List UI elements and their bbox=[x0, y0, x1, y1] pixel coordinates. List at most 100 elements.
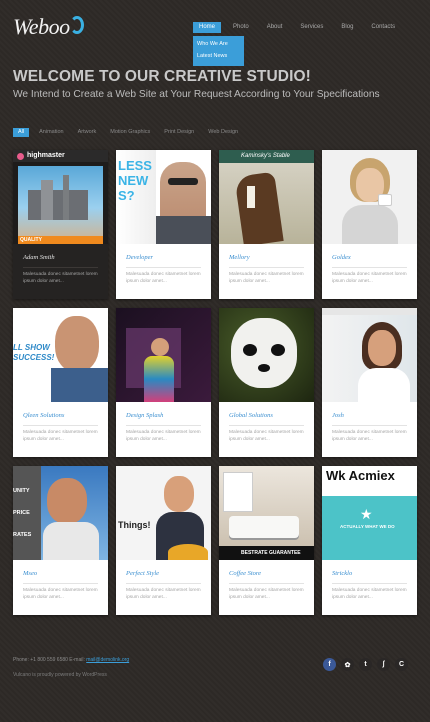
filter-print-design[interactable]: Print Design bbox=[160, 128, 198, 137]
submenu-item-who-we-are[interactable]: Who We Are bbox=[193, 38, 244, 50]
portfolio-item-title[interactable]: Goldex bbox=[332, 254, 351, 261]
divider bbox=[229, 583, 304, 584]
portfolio-item-desc: Malesuada donec sitametnet lorem ipsum d… bbox=[332, 588, 407, 600]
divider bbox=[126, 267, 201, 268]
thumb-badge-text: BESTRATE GUARANTEE bbox=[241, 550, 301, 556]
gravatar-icon[interactable]: C bbox=[395, 658, 408, 671]
portfolio-item-title[interactable]: Design Splash bbox=[126, 412, 163, 419]
portfolio-item-desc: Malesuada donec sitametnet lorem ipsum d… bbox=[332, 272, 407, 284]
portfolio-item-desc: Malesuada donec sitametnet lorem ipsum d… bbox=[23, 272, 98, 284]
logo-swirl-icon bbox=[70, 16, 84, 34]
portfolio-item[interactable]: Global Solutions Malesuada donec sitamet… bbox=[219, 308, 314, 457]
nav-submenu: Who We Are Latest News bbox=[193, 36, 244, 66]
portfolio-thumbnail: Wk Acmiex ★ ACTUALLY WHAT WE DO bbox=[322, 466, 417, 560]
filter-animation[interactable]: Animation bbox=[35, 128, 67, 137]
divider bbox=[229, 425, 304, 426]
portfolio-item-desc: Malesuada donec sitametnet lorem ipsum d… bbox=[229, 430, 304, 442]
thumb-badge-text: QUALITY bbox=[20, 237, 42, 243]
divider bbox=[23, 425, 98, 426]
divider bbox=[23, 267, 98, 268]
portfolio-item-title[interactable]: Mellory bbox=[229, 254, 250, 261]
footer-contact: Phone: +1 800 559 6580 E-mail: mail@demo… bbox=[13, 657, 129, 663]
portfolio-item[interactable]: LESS NEW S? Developer Malesuada donec si… bbox=[116, 150, 211, 299]
social-links: f ✿ t ʃ C bbox=[323, 658, 413, 671]
portfolio-item[interactable]: BESTRATE GUARANTEE Coffee Store Malesuad… bbox=[219, 466, 314, 615]
star-icon: ★ bbox=[360, 506, 373, 522]
portfolio-item-title[interactable]: Perfect Style bbox=[126, 570, 159, 577]
thumb-headline-text: UNITY PRICE RATES bbox=[13, 488, 32, 538]
portfolio-item-title[interactable]: Adam Smith bbox=[23, 254, 55, 261]
portfolio-item[interactable]: LL SHOW SUCCESS! Qleen Solutions Malesua… bbox=[13, 308, 108, 457]
portfolio-item-desc: Malesuada donec sitametnet lorem ipsum d… bbox=[126, 272, 201, 284]
portfolio-item[interactable]: highmaster QUALITY Adam Smith Malesuada … bbox=[13, 150, 108, 299]
site-logo[interactable]: Weboo bbox=[13, 14, 84, 40]
portfolio-grid: highmaster QUALITY Adam Smith Malesuada … bbox=[13, 150, 419, 615]
portfolio-item-desc: Malesuada donec sitametnet lorem ipsum d… bbox=[229, 272, 304, 284]
footer-powered-by: Vulcano is proudly powered by WordPress bbox=[13, 672, 107, 678]
portfolio-item[interactable]: Things! Perfect Style Malesuada donec si… bbox=[116, 466, 211, 615]
portfolio-thumbnail: Things! bbox=[116, 466, 211, 560]
portfolio-thumbnail: BESTRATE GUARANTEE bbox=[219, 466, 314, 560]
portfolio-thumbnail: Kaminsky's Stable bbox=[219, 150, 314, 244]
thumb-headline-text: LL SHOW SUCCESS! bbox=[13, 343, 55, 362]
portfolio-thumbnail bbox=[219, 308, 314, 402]
portfolio-item-desc: Malesuada donec sitametnet lorem ipsum d… bbox=[229, 588, 304, 600]
portfolio-item-desc: Malesuada donec sitametnet lorem ipsum d… bbox=[126, 430, 201, 442]
filter-web-design[interactable]: Web Design bbox=[204, 128, 242, 137]
nav-item-blog[interactable]: Blog bbox=[335, 22, 359, 33]
portfolio-item-title[interactable]: Developer bbox=[126, 254, 153, 261]
portfolio-item-title[interactable]: Global Solutions bbox=[229, 412, 273, 419]
nav-item-photo[interactable]: Photo bbox=[227, 22, 255, 33]
twitter-icon[interactable]: t bbox=[359, 658, 372, 671]
nav-item-home[interactable]: Home bbox=[193, 22, 222, 33]
divider bbox=[23, 583, 98, 584]
portfolio-item[interactable]: Josh Malesuada donec sitametnet lorem ip… bbox=[322, 308, 417, 457]
portfolio-filters: All Animation Artwork Motion Graphics Pr… bbox=[13, 128, 248, 137]
portfolio-item-desc: Malesuada donec sitametnet lorem ipsum d… bbox=[23, 430, 98, 442]
footer-phone: Phone: +1 800 559 6580 E-mail: bbox=[13, 657, 85, 663]
main-nav: Home Photo About Services Blog Contacts bbox=[193, 22, 407, 33]
portfolio-item-desc: Malesuada donec sitametnet lorem ipsum d… bbox=[332, 430, 407, 442]
divider bbox=[332, 583, 407, 584]
thumb-headline-text: Things! bbox=[118, 520, 151, 530]
rss-icon[interactable]: ʃ bbox=[377, 658, 390, 671]
nav-item-about[interactable]: About bbox=[261, 22, 289, 33]
divider bbox=[126, 583, 201, 584]
footer-email-link[interactable]: mail@demolink.org bbox=[86, 657, 129, 663]
thumb-brand-text: highmaster bbox=[27, 152, 65, 159]
portfolio-item[interactable]: Goldex Malesuada donec sitametnet lorem … bbox=[322, 150, 417, 299]
portfolio-item[interactable]: Wk Acmiex ★ ACTUALLY WHAT WE DO Stricklo… bbox=[322, 466, 417, 615]
portfolio-item[interactable]: Kaminsky's Stable Mellory Malesuada done… bbox=[219, 150, 314, 299]
portfolio-item-desc: Malesuada donec sitametnet lorem ipsum d… bbox=[126, 588, 201, 600]
portfolio-item-title[interactable]: Josh bbox=[332, 412, 344, 419]
portfolio-item-title[interactable]: Qleen Solutions bbox=[23, 412, 64, 419]
portfolio-item[interactable]: UNITY PRICE RATES Mseo Malesuada donec s… bbox=[13, 466, 108, 615]
page-subtitle: We Intend to Create a Web Site at Your R… bbox=[13, 89, 380, 100]
divider bbox=[126, 425, 201, 426]
portfolio-thumbnail: highmaster QUALITY bbox=[13, 150, 108, 244]
logo-text: Weboo bbox=[13, 14, 70, 39]
filter-motion-graphics[interactable]: Motion Graphics bbox=[106, 128, 154, 137]
portfolio-item-desc: Malesuada donec sitametnet lorem ipsum d… bbox=[23, 588, 98, 600]
nav-item-services[interactable]: Services bbox=[294, 22, 329, 33]
divider bbox=[332, 425, 407, 426]
portfolio-thumbnail bbox=[322, 150, 417, 244]
nav-item-contacts[interactable]: Contacts bbox=[365, 22, 401, 33]
divider bbox=[332, 267, 407, 268]
portfolio-thumbnail: UNITY PRICE RATES bbox=[13, 466, 108, 560]
portfolio-item[interactable]: Design Splash Malesuada donec sitametnet… bbox=[116, 308, 211, 457]
portfolio-item-title[interactable]: Mseo bbox=[23, 570, 37, 577]
portfolio-item-title[interactable]: Stricklo bbox=[332, 570, 352, 577]
page-title: WELCOME TO OUR CREATIVE STUDIO! bbox=[13, 68, 311, 85]
filter-artwork[interactable]: Artwork bbox=[74, 128, 101, 137]
filter-all[interactable]: All bbox=[13, 128, 30, 137]
submenu-item-latest-news[interactable]: Latest News bbox=[193, 50, 244, 62]
facebook-icon[interactable]: f bbox=[323, 658, 336, 671]
flickr-icon[interactable]: ✿ bbox=[341, 658, 354, 671]
thumb-headline-text: LESS NEW S? bbox=[118, 158, 152, 203]
thumb-badge-text: ACTUALLY WHAT WE DO bbox=[340, 524, 395, 529]
divider bbox=[229, 267, 304, 268]
portfolio-thumbnail bbox=[322, 308, 417, 402]
portfolio-item-title[interactable]: Coffee Store bbox=[229, 570, 261, 577]
portfolio-thumbnail: LESS NEW S? bbox=[116, 150, 211, 244]
